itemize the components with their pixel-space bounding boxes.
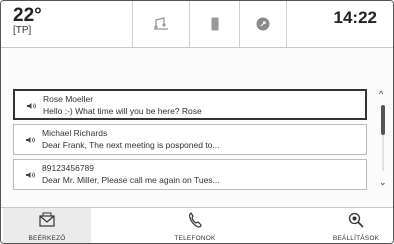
message-preview: Hello :-) What time will you be here? Ro… (43, 106, 202, 116)
tab-phones[interactable]: TELEFONOK (151, 208, 239, 243)
message-sender: 89123456789 (42, 163, 95, 173)
phone-shortcut[interactable] (190, 1, 240, 47)
tab-settings[interactable]: BEÁLLÍTÁSOK (319, 208, 393, 243)
list-scrollbar[interactable]: ^ ⌄ (373, 85, 393, 195)
temperature-zone: [TP] (13, 25, 32, 36)
chevron-up-icon[interactable]: ^ (379, 89, 383, 99)
message-preview: Dear Frank, The next meeting is posponed… (42, 140, 220, 150)
scroll-thumb[interactable] (381, 105, 385, 135)
navigation-icon (256, 17, 270, 31)
tab-settings-label: BEÁLLÍTÁSOK (332, 235, 380, 242)
bottom-nav: BEÉRKEZŐ TELEFONOK BEÁLLÍTÁSOK (1, 207, 393, 243)
message-list: Rose Moeller Hello :-) What time will yo… (13, 89, 367, 194)
envelope-icon (39, 212, 55, 227)
speaker-icon (26, 137, 35, 143)
music-icon (154, 17, 168, 30)
temperature-display[interactable]: 22° [TP] (1, 1, 133, 47)
message-sender: Michael Richards (42, 128, 108, 138)
speaker-icon (26, 172, 35, 178)
temperature-value: 22° (13, 5, 42, 26)
message-item[interactable]: Rose Moeller Hello :-) What time will yo… (13, 89, 367, 120)
message-item[interactable]: 89123456789 Dear Mr. Miller, Please call… (13, 159, 367, 190)
phone-handset-icon (189, 212, 202, 228)
settings-search-icon (348, 212, 364, 228)
navigation-shortcut[interactable] (240, 1, 287, 47)
clock: 14:22 (333, 8, 377, 27)
tab-phones-label: TELEFONOK (174, 235, 216, 242)
status-bar: 22° [TP] 14:22 (1, 1, 393, 48)
message-preview: Dear Mr. Miller, Please call me again on… (42, 175, 220, 185)
chevron-down-icon[interactable]: ⌄ (379, 177, 387, 188)
tab-inbox-label: BEÉRKEZŐ (28, 235, 66, 242)
tab-inbox[interactable]: BEÉRKEZŐ (3, 208, 91, 243)
speaker-icon (27, 103, 36, 109)
audio-shortcut[interactable] (133, 1, 190, 47)
message-sender: Rose Moeller (43, 94, 94, 104)
phone-screen: 22° [TP] 14:22 Rose Moeller Hello:-) Wh… (0, 0, 394, 244)
phone-device-icon (211, 17, 218, 31)
message-item[interactable]: Michael Richards Dear Frank, The next me… (13, 124, 367, 155)
